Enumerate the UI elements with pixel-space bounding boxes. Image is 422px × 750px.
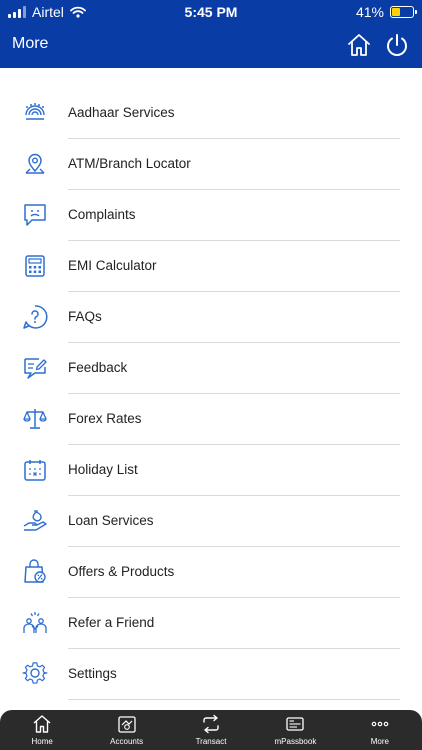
accounts-icon [117,716,136,733]
tab-mpassbook[interactable]: mPassbook [253,710,337,750]
home-icon[interactable] [346,32,372,58]
refer-icon [23,612,47,633]
battery-percent: 41% [355,4,384,20]
menu-item-feedback[interactable]: Feedback [0,343,422,394]
gear-icon [22,662,48,684]
passbook-icon [286,717,305,731]
menu-item-refer-a-friend[interactable]: Refer a Friend [0,598,422,649]
menu-item-label: Offers & Products [68,564,175,579]
menu-item-offers-products[interactable]: Offers & Products [0,547,422,598]
menu-item-forex-rates[interactable]: Forex Rates [0,394,422,445]
offer-bag-icon [24,559,46,583]
menu-item-label: Loan Services [68,513,154,528]
menu-item-label: Holiday List [68,462,138,477]
menu-item-settings[interactable]: Settings [0,649,422,700]
aadhaar-icon [25,103,45,120]
menu-item-label: ATM/Branch Locator [68,156,191,171]
tab-home[interactable]: Home [0,710,84,750]
page-title: More [12,35,49,52]
loan-icon [23,510,47,531]
status-right: 41% [355,4,417,20]
menu-item-label: Feedback [68,360,128,375]
more-dots-icon [371,721,389,727]
status-bar: Airtel 5:45 PM 41% [0,0,422,24]
bottom-tab-bar: Home Accounts Transact mPassbook More [0,710,422,750]
tab-label: Transact [195,737,227,746]
tab-label: Accounts [110,737,144,746]
question-icon [23,305,48,329]
home-icon [33,715,51,733]
scales-icon [23,409,47,429]
tab-label: Home [31,737,53,746]
complaint-icon [24,204,46,226]
battery-fill [392,8,401,16]
menu-item-atm-branch-locator[interactable]: ATM/Branch Locator [0,139,422,190]
transfer-icon [203,714,219,734]
menu-item-holiday-list[interactable]: Holiday List [0,445,422,496]
menu-item-label: Settings [68,666,117,681]
menu-item-label: EMI Calculator [68,258,157,273]
tab-accounts[interactable]: Accounts [84,710,168,750]
menu-item-faqs[interactable]: FAQs [0,292,422,343]
menu-item-aadhaar-services[interactable]: Aadhaar Services [0,88,422,139]
tab-more[interactable]: More [338,710,422,750]
tab-label: mPassbook [274,737,317,746]
location-pin-icon [25,153,45,174]
power-icon[interactable] [384,32,410,58]
divider [68,699,400,700]
menu-item-label: Aadhaar Services [68,105,175,120]
menu-item-label: FAQs [68,309,102,324]
menu-item-emi-calculator[interactable]: EMI Calculator [0,241,422,292]
calendar-icon [24,460,46,481]
app-header: More [0,24,422,68]
menu-item-label: Forex Rates [68,411,142,426]
tab-label: More [370,737,389,746]
tab-transact[interactable]: Transact [169,710,253,750]
menu-item-complaints[interactable]: Complaints [0,190,422,241]
menu-item-label: Refer a Friend [68,615,155,630]
calculator-icon [25,255,45,277]
menu-item-loan-services[interactable]: Loan Services [0,496,422,547]
feedback-icon [24,358,47,379]
more-menu-list: Aadhaar Services ATM/Branch Locator Comp… [0,88,422,700]
battery-icon [390,6,417,18]
menu-item-label: Complaints [68,207,136,222]
